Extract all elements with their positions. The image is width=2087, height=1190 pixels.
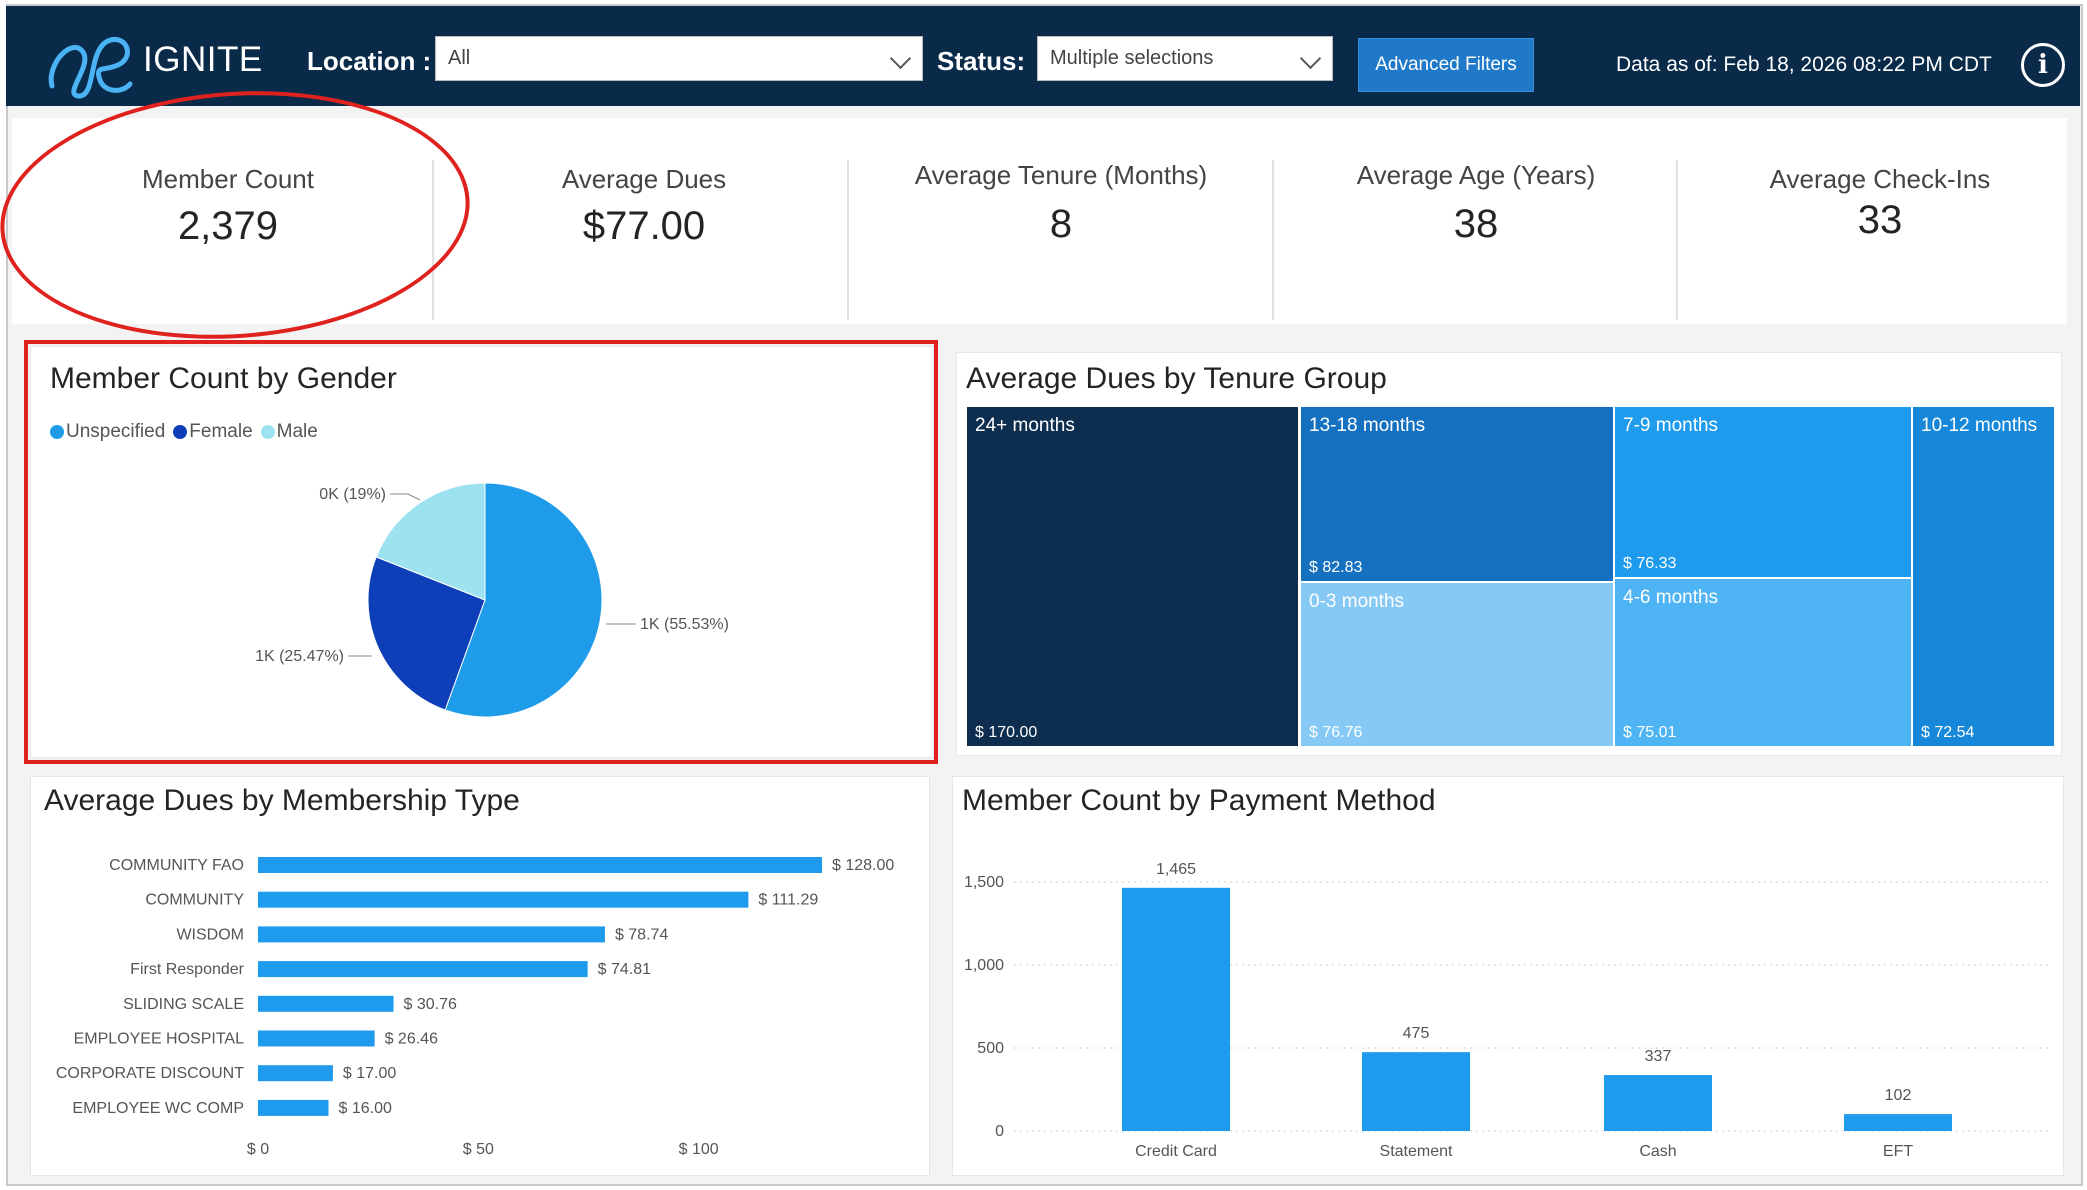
payment-bar-chart: 0 500 1,000 1,500 1,465 Credit Card 475 Stateme… xyxy=(964,861,2050,1160)
advanced-filters-button[interactable]: Advanced Filters xyxy=(1358,38,1534,92)
bar xyxy=(1362,1052,1470,1131)
chevron-down-icon xyxy=(1299,47,1322,70)
bar xyxy=(258,995,394,1012)
x-category-label: Credit Card xyxy=(1135,1143,1217,1160)
treemap-cell-0-3[interactable]: 0-3 months $ 76.76 xyxy=(1300,582,1614,747)
bar-value-label: 337 xyxy=(1645,1048,1672,1065)
bar-value-label: 475 xyxy=(1403,1025,1430,1042)
bar-value-label: $ 17.00 xyxy=(343,1065,396,1082)
info-icon[interactable]: i xyxy=(2021,43,2065,87)
bar xyxy=(258,1030,375,1047)
ignite-logo-icon xyxy=(48,37,133,99)
treemap-cell-7-9[interactable]: 7-9 months $ 76.33 xyxy=(1614,406,1912,578)
treemap-cell-label: 24+ months xyxy=(975,415,1075,436)
bar-category-label: EMPLOYEE HOSPITAL xyxy=(74,1031,245,1048)
kpi-value: $77.00 xyxy=(582,204,706,248)
status-dropdown[interactable]: Multiple selections xyxy=(1037,36,1333,81)
y-tick-label: 500 xyxy=(977,1040,1004,1057)
bar-value-label: 1,465 xyxy=(1156,861,1196,878)
x-tick-label: $ 0 xyxy=(247,1141,269,1158)
annotation-red-box xyxy=(24,340,938,764)
bar-value-label: $ 16.00 xyxy=(339,1100,392,1117)
bar-category-label: COMMUNITY xyxy=(145,892,244,909)
bar-value-label: $ 26.46 xyxy=(385,1031,438,1048)
bar xyxy=(1122,887,1230,1131)
treemap-cell-value: $ 72.54 xyxy=(1921,724,1975,741)
kpi-title: Average Check-Ins xyxy=(1769,164,1991,194)
treemap-cell-13-18[interactable]: 13-18 months $ 82.83 xyxy=(1300,406,1614,582)
treemap-cell-label: 0-3 months xyxy=(1309,591,1405,612)
treemap-cell-value: $ 75.01 xyxy=(1623,724,1677,741)
kpi-value: 38 xyxy=(1453,202,1499,246)
bar-value-label: 102 xyxy=(1885,1087,1912,1104)
bar-category-label: EMPLOYEE WC COMP xyxy=(72,1100,244,1117)
x-tick-label: $ 50 xyxy=(463,1141,494,1158)
treemap-cell-label: 13-18 months xyxy=(1309,415,1426,436)
treemap-cell-10-12[interactable]: 10-12 months $ 72.54 xyxy=(1912,406,2055,747)
membership-bar-chart: COMMUNITY FAO $ 128.00 COMMUNITY $ 111.29 WI… xyxy=(56,857,894,1158)
bar xyxy=(258,926,605,943)
kpi-title: Average Tenure (Months) xyxy=(914,160,1208,190)
membership-chart-title: Average Dues by Membership Type xyxy=(44,784,520,817)
location-dropdown-value: All xyxy=(448,47,471,69)
bar xyxy=(1844,1114,1952,1131)
kpi-average-tenure: Average Tenure (Months) 8 xyxy=(849,118,1273,324)
treemap-cell-label: 4-6 months xyxy=(1623,587,1719,608)
treemap-cell-label: 7-9 months xyxy=(1623,415,1719,436)
payment-chart-title: Member Count by Payment Method xyxy=(962,784,1436,817)
kpi-title: Average Dues xyxy=(561,164,727,194)
y-tick-label: 0 xyxy=(995,1123,1004,1140)
bar xyxy=(1604,1075,1712,1131)
bar xyxy=(258,1099,329,1116)
bar-value-label: $ 74.81 xyxy=(598,961,651,978)
x-category-label: Cash xyxy=(1639,1143,1676,1160)
location-dropdown[interactable]: All xyxy=(435,36,923,81)
treemap-cell-value: $ 82.83 xyxy=(1309,559,1363,576)
bar-category-label: WISDOM xyxy=(176,926,244,943)
bar-value-label: $ 111.29 xyxy=(758,892,818,909)
x-category-label: EFT xyxy=(1883,1143,1913,1160)
kpi-average-age: Average Age (Years) 38 xyxy=(1274,118,1678,324)
top-bar: IGNITE Location : All Status: Multiple s… xyxy=(6,6,2080,106)
kpi-average-checkins: Average Check-Ins 33 xyxy=(1678,118,2082,324)
bar xyxy=(258,891,749,908)
x-category-label: Statement xyxy=(1380,1143,1453,1160)
brand-name: IGNITE xyxy=(143,40,263,79)
y-tick-label: 1,500 xyxy=(964,874,1004,891)
bar xyxy=(258,857,822,873)
location-label: Location : xyxy=(307,46,432,76)
treemap-cell-24-plus[interactable]: 24+ months $ 170.00 xyxy=(966,406,1299,747)
x-tick-label: $ 100 xyxy=(679,1141,719,1158)
status-dropdown-value: Multiple selections xyxy=(1050,47,1214,69)
treemap-cell-value: $ 76.76 xyxy=(1309,724,1363,741)
bar-value-label: $ 30.76 xyxy=(404,996,457,1013)
status-label: Status: xyxy=(937,46,1026,76)
treemap-cell-value: $ 170.00 xyxy=(975,724,1038,741)
kpi-value: 8 xyxy=(1049,202,1073,246)
kpi-value: 33 xyxy=(1857,198,1903,242)
treemap-cell-label: 10-12 months xyxy=(1921,415,2038,436)
kpi-average-dues: Average Dues $77.00 xyxy=(434,118,854,324)
bar-category-label: First Responder xyxy=(130,961,244,978)
bar-category-label: COMMUNITY FAO xyxy=(109,857,244,874)
bar-value-label: $ 78.74 xyxy=(615,926,668,943)
chevron-down-icon xyxy=(889,47,912,70)
treemap-cell-4-6[interactable]: 4-6 months $ 75.01 xyxy=(1614,578,1912,747)
treemap-cell-value: $ 76.33 xyxy=(1623,555,1677,572)
bar-category-label: CORPORATE DISCOUNT xyxy=(56,1065,244,1082)
tenure-chart-title: Average Dues by Tenure Group xyxy=(966,362,1387,395)
kpi-title: Average Age (Years) xyxy=(1356,160,1596,190)
y-tick-label: 1,000 xyxy=(964,957,1004,974)
bar xyxy=(258,1065,333,1082)
data-as-of-text: Data as of: Feb 18, 2026 08:22 PM CDT xyxy=(1616,53,1992,76)
bar-category-label: SLIDING SCALE xyxy=(123,996,244,1013)
bar xyxy=(258,961,588,978)
bar-value-label: $ 128.00 xyxy=(832,857,894,874)
